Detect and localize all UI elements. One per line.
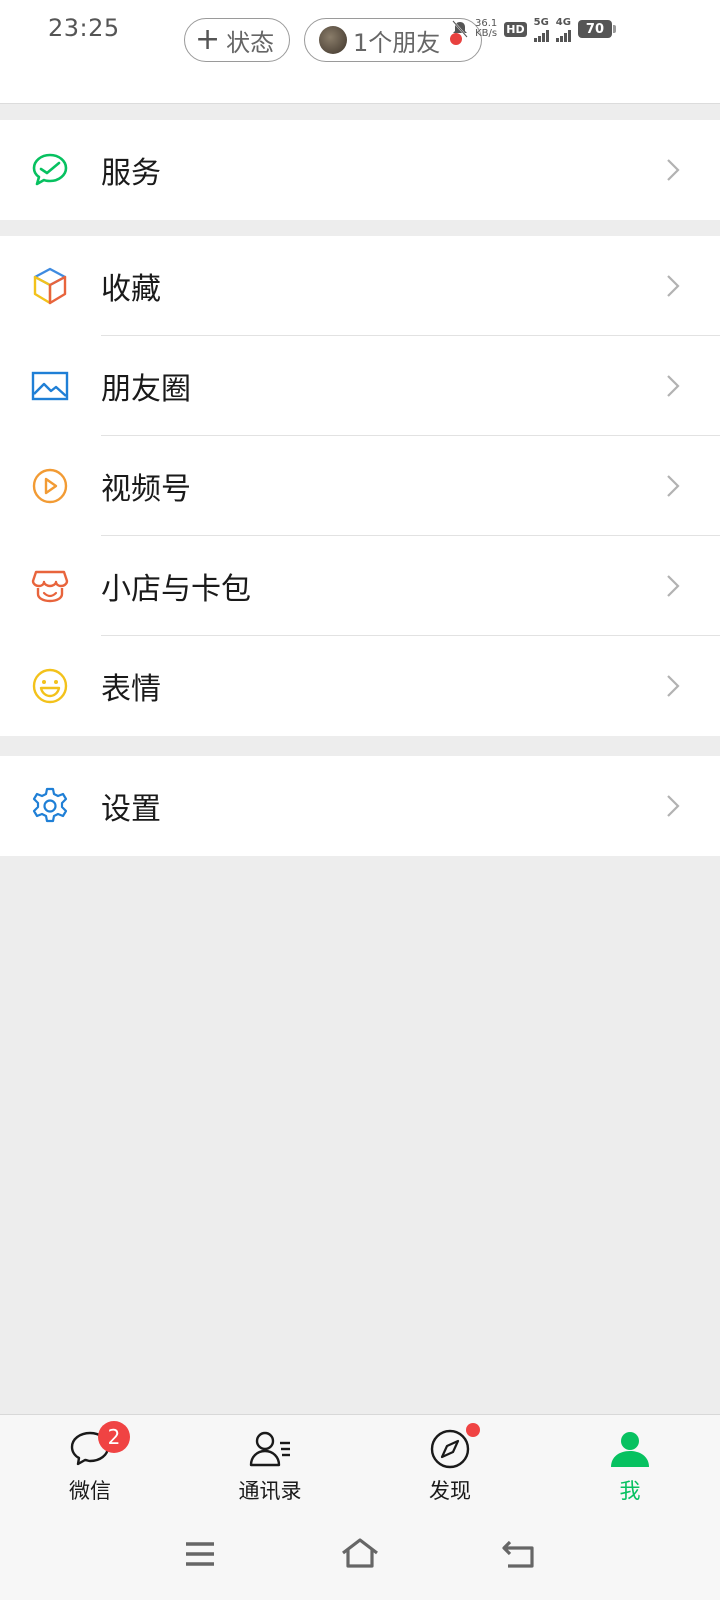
menu-item-service[interactable]: 服务 xyxy=(0,120,720,220)
menu-item-shop-wallet[interactable]: 小店与卡包 xyxy=(0,536,720,636)
sticker-smile-icon xyxy=(32,668,68,704)
add-status-button[interactable]: + 状态 xyxy=(184,18,290,62)
hd-voice-icon: HD xyxy=(504,21,527,37)
menu-label: 服务 xyxy=(101,156,161,191)
sim1-signal: 5G xyxy=(533,17,549,42)
contacts-icon xyxy=(248,1427,292,1471)
home-icon[interactable] xyxy=(340,1536,380,1572)
menu-label: 小店与卡包 xyxy=(101,572,251,607)
chevron-right-icon xyxy=(667,675,680,697)
tab-chats[interactable]: 2 微信 xyxy=(20,1415,160,1515)
service-icon xyxy=(32,153,68,186)
signal-bars-icon xyxy=(533,28,549,42)
tab-label: 微信 xyxy=(69,1479,111,1503)
chevron-right-icon xyxy=(667,475,680,497)
menu-item-settings[interactable]: 设置 xyxy=(0,756,720,856)
menu-label: 表情 xyxy=(101,672,161,707)
shop-icon xyxy=(31,570,69,603)
friends-status-label: 1个朋友 xyxy=(353,28,441,57)
menu-label: 视频号 xyxy=(101,472,191,507)
tab-label: 我 xyxy=(619,1479,641,1503)
tab-label: 发现 xyxy=(429,1479,471,1503)
menu-icon[interactable] xyxy=(180,1536,220,1572)
net-speed: 36.1 KB/s xyxy=(475,18,498,39)
mute-bell-icon xyxy=(452,20,468,38)
new-dot xyxy=(466,1423,480,1437)
top-header: 23:25 + 状态 1个朋友 36.1 KB/s HD 5G 4G 70 xyxy=(0,0,720,104)
chevron-right-icon xyxy=(667,159,680,181)
menu-item-channels[interactable]: 视频号 xyxy=(0,436,720,536)
compass-icon xyxy=(428,1423,480,1471)
sim2-signal: 4G xyxy=(555,17,571,42)
friend-avatar xyxy=(319,26,347,54)
status-time: 23:25 xyxy=(48,14,120,42)
menu-group-service: 服务 xyxy=(0,120,720,220)
bottom-tab-bar: 2 微信 通讯录 发现 我 xyxy=(0,1414,720,1514)
chevron-right-icon xyxy=(667,795,680,817)
chevron-right-icon xyxy=(667,275,680,297)
wechat-me-page: 23:25 + 状态 1个朋友 36.1 KB/s HD 5G 4G 70 服务… xyxy=(0,0,720,1600)
back-icon[interactable] xyxy=(500,1536,540,1572)
moments-picture-icon xyxy=(31,371,69,401)
chevron-right-icon xyxy=(667,375,680,397)
favorites-cube-icon xyxy=(33,267,67,305)
plus-icon: + xyxy=(195,22,221,57)
channels-play-icon xyxy=(32,468,68,504)
chevron-right-icon xyxy=(667,575,680,597)
add-status-label: 状态 xyxy=(226,28,275,57)
person-icon xyxy=(608,1427,652,1471)
tab-contacts[interactable]: 通讯录 xyxy=(200,1415,340,1515)
menu-group-settings: 设置 xyxy=(0,756,720,856)
menu-label: 收藏 xyxy=(101,272,161,307)
unread-badge: 2 xyxy=(98,1421,130,1453)
battery-icon: 70 xyxy=(577,20,616,38)
menu-label: 朋友圈 xyxy=(101,372,191,407)
signal-bars-icon xyxy=(555,28,571,42)
menu-label: 设置 xyxy=(101,792,161,827)
tab-label: 通讯录 xyxy=(238,1479,302,1503)
menu-group-main: 收藏 朋友圈 视频号 小店与卡包 表情 xyxy=(0,236,720,736)
chat-bubble-icon: 2 xyxy=(68,1421,130,1471)
menu-item-moments[interactable]: 朋友圈 xyxy=(0,336,720,436)
menu-item-stickers[interactable]: 表情 xyxy=(0,636,720,736)
tab-discover[interactable]: 发现 xyxy=(380,1415,520,1515)
gear-icon xyxy=(32,787,68,823)
menu-item-favorites[interactable]: 收藏 xyxy=(0,236,720,336)
system-nav-bar xyxy=(0,1514,720,1600)
system-status-icons: 36.1 KB/s HD 5G 4G 70 xyxy=(452,14,676,44)
tab-me[interactable]: 我 xyxy=(560,1415,700,1515)
